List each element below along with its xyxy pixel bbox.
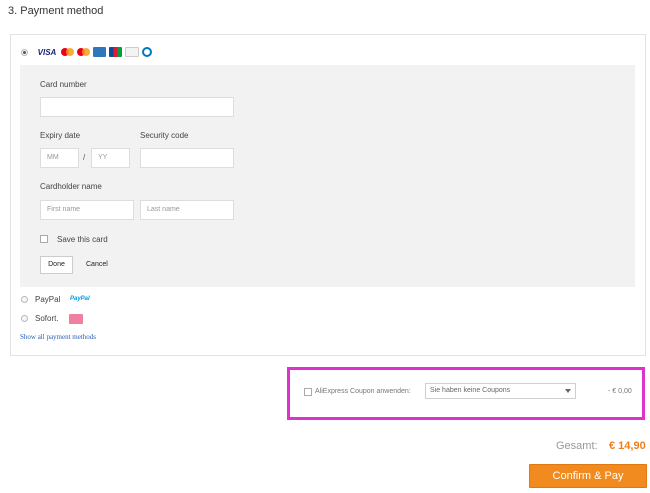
total-label: Gesamt:	[556, 440, 598, 452]
discover-logo	[125, 47, 139, 57]
card-number-input[interactable]	[40, 97, 234, 117]
coupon-checkbox[interactable]	[304, 388, 312, 396]
card-radio[interactable]	[21, 49, 28, 56]
cancel-button[interactable]: Cancel	[86, 261, 108, 268]
cardholder-name-label: Cardholder name	[40, 182, 102, 191]
sofort-logo	[69, 314, 83, 324]
amex-logo	[93, 47, 106, 57]
card-logos: VISA	[36, 47, 152, 57]
sofort-label: Sofort.	[35, 314, 59, 323]
save-card-label: Save this card	[57, 235, 108, 244]
jcb-logo	[109, 47, 122, 57]
save-card-checkbox[interactable]	[40, 235, 48, 243]
expiry-date-label: Expiry date	[40, 131, 81, 140]
expiry-month-input[interactable]: MM	[40, 148, 79, 168]
security-code-input[interactable]	[140, 148, 234, 168]
section-title: 3. Payment method	[8, 5, 104, 17]
show-all-payment-methods-link[interactable]: Show all payment methods	[20, 333, 96, 341]
security-code-label: Security code	[140, 131, 189, 140]
maestro-logo	[77, 47, 90, 57]
paypal-radio[interactable]	[21, 296, 28, 303]
done-button[interactable]: Done	[40, 256, 73, 274]
diners-logo	[142, 47, 152, 57]
first-name-input[interactable]: First name	[40, 200, 134, 220]
coupon-select[interactable]: Sie haben keine Coupons	[425, 383, 576, 399]
coupon-discount-value: - € 0,00	[608, 388, 632, 395]
card-number-label: Card number	[40, 80, 87, 89]
visa-logo: VISA	[37, 47, 57, 57]
confirm-pay-button[interactable]: Confirm & Pay	[529, 464, 647, 488]
paypal-logo: PayPal	[70, 296, 90, 302]
paypal-logo-text: PayPal	[70, 296, 90, 302]
coupon-label: AliExpress Coupon anwenden:	[315, 388, 411, 395]
chevron-down-icon	[565, 389, 571, 393]
total-value: € 14,90	[609, 440, 646, 452]
last-name-input[interactable]: Last name	[140, 200, 234, 220]
sofort-radio[interactable]	[21, 315, 28, 322]
expiry-year-input[interactable]: YY	[91, 148, 130, 168]
expiry-separator: /	[83, 153, 86, 162]
mastercard-logo	[61, 47, 74, 57]
coupon-select-value: Sie haben keine Coupons	[430, 387, 511, 394]
paypal-label: PayPal	[35, 295, 61, 304]
